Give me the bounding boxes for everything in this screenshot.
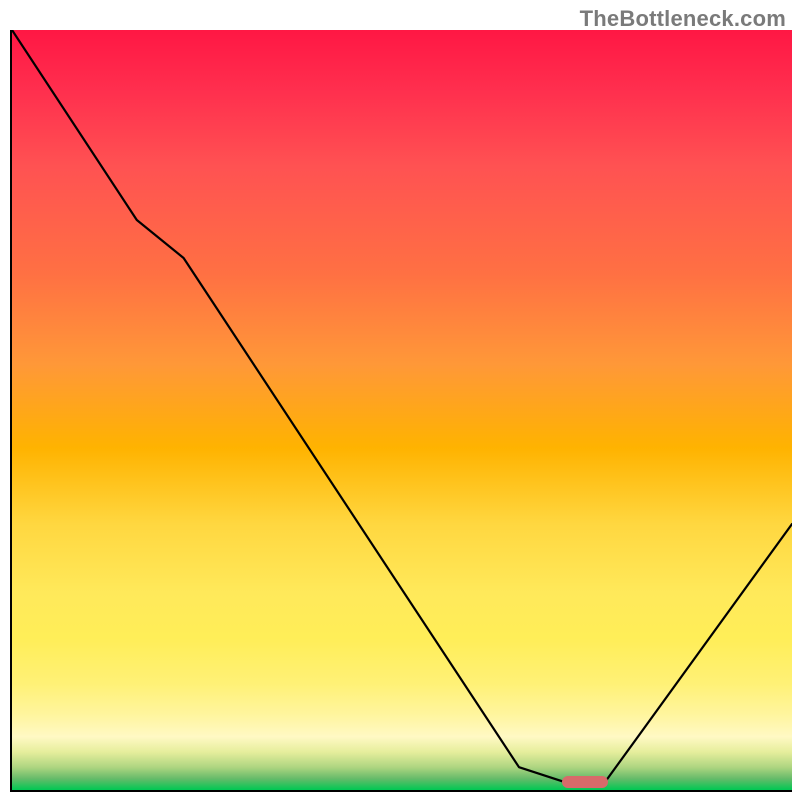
bottleneck-curve (12, 30, 792, 790)
optimal-marker (562, 776, 608, 788)
watermark-text: TheBottleneck.com (580, 6, 786, 32)
plot-area (10, 30, 792, 792)
chart-frame: TheBottleneck.com (0, 0, 800, 800)
curve-path (12, 30, 792, 782)
